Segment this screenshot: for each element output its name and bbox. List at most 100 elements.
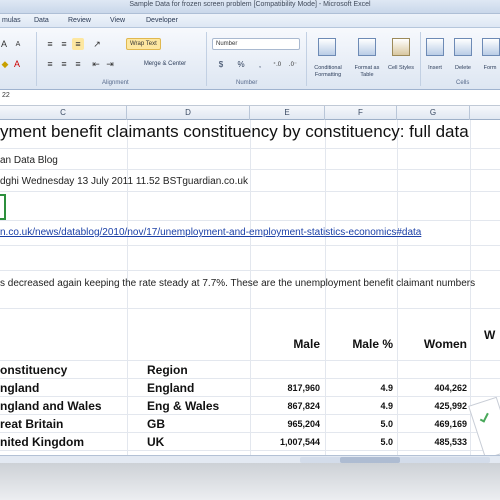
row-male-pct[interactable]: 4.9 <box>325 383 393 393</box>
header-male-pct[interactable]: Male % <box>325 337 393 351</box>
format-as-table-label: Format as Table <box>354 65 380 78</box>
align-middle-icon[interactable]: ≡ <box>58 38 70 50</box>
decrease-indent-icon[interactable]: ⇤ <box>90 58 102 70</box>
column-header-e[interactable]: E <box>250 106 325 120</box>
cell-styles-icon <box>392 38 410 56</box>
insert-cells-button[interactable] <box>422 36 448 62</box>
conditional-formatting-icon <box>318 38 336 56</box>
sheet-note[interactable]: s decreased again keeping the rate stead… <box>0 278 475 289</box>
increase-indent-icon[interactable]: ⇥ <box>104 58 116 70</box>
column-header-h[interactable] <box>470 106 500 120</box>
row-male[interactable]: 867,824 <box>250 401 320 411</box>
ribbon-separator <box>420 32 421 86</box>
row-name[interactable]: ngland <box>0 381 39 395</box>
row-women[interactable]: 404,262 <box>397 383 467 393</box>
row-male[interactable]: 965,204 <box>250 419 320 429</box>
row-region[interactable]: GB <box>147 417 165 431</box>
cell-styles-label: Cell Styles <box>388 65 414 71</box>
sheet-title[interactable]: yment benefit claimants constituency by … <box>0 122 469 142</box>
column-header-c[interactable]: C <box>0 106 127 120</box>
row-region[interactable]: Eng & Wales <box>147 399 219 413</box>
align-top-icon[interactable]: ≡ <box>44 38 56 50</box>
gridline <box>0 396 500 397</box>
gridline <box>0 191 500 192</box>
gridline <box>0 220 500 221</box>
gridline <box>0 245 500 246</box>
tab-review[interactable]: Review <box>68 17 91 24</box>
row-women[interactable]: 485,533 <box>397 437 467 447</box>
header-constituency[interactable]: onstituency <box>0 363 67 377</box>
row-male-pct[interactable]: 5.0 <box>325 419 393 429</box>
header-region[interactable]: Region <box>147 363 188 377</box>
format-cells-label: Form <box>483 65 497 71</box>
format-cells-button[interactable] <box>478 36 500 62</box>
align-bottom-icon[interactable]: ≡ <box>72 38 84 50</box>
align-right-icon[interactable]: ≡ <box>72 58 84 70</box>
font-color-icon[interactable]: A <box>12 58 22 70</box>
row-male[interactable]: 1,007,544 <box>250 437 320 447</box>
row-women[interactable]: 469,169 <box>397 419 467 429</box>
tab-developer[interactable]: Developer <box>146 17 178 24</box>
merge-center-button[interactable]: Merge & Center <box>126 58 204 70</box>
header-male[interactable]: Male <box>250 337 320 351</box>
checkmark-icon <box>479 411 489 423</box>
tab-formulas[interactable]: mulas <box>2 17 21 24</box>
conditional-formatting-button[interactable] <box>314 36 340 62</box>
worksheet-grid[interactable]: yment benefit claimants constituency by … <box>0 120 500 455</box>
align-left-icon[interactable]: ≡ <box>44 58 56 70</box>
cell-styles-button[interactable] <box>388 36 414 62</box>
font-size-decrease-icon[interactable]: A <box>14 38 22 50</box>
row-male-pct[interactable]: 5.0 <box>325 437 393 447</box>
menu-bar: mulas Data Review View Developer <box>0 14 500 28</box>
format-cells-icon <box>482 38 500 56</box>
delete-cells-button[interactable] <box>450 36 476 62</box>
comma-button[interactable]: , <box>254 58 266 70</box>
sheet-source[interactable]: an Data Blog <box>0 155 58 166</box>
sheet-source-link[interactable]: n.co.uk/news/datablog/2010/nov/17/unempl… <box>0 227 421 238</box>
currency-button[interactable]: $ <box>214 58 228 70</box>
selected-cell-border <box>0 194 6 220</box>
orientation-icon[interactable]: ↗ <box>90 38 104 50</box>
row-women[interactable]: 425,992 <box>397 401 467 411</box>
number-format-dropdown[interactable]: Number <box>212 38 300 50</box>
format-as-table-icon <box>358 38 376 56</box>
tab-view[interactable]: View <box>110 17 125 24</box>
column-header-d[interactable]: D <box>127 106 250 120</box>
column-header-f[interactable]: F <box>325 106 397 120</box>
window-title-bar: Sample Data for frozen screen problem [C… <box>0 0 500 14</box>
row-male-pct[interactable]: 4.9 <box>325 401 393 411</box>
conditional-formatting-label: Conditional Formatting <box>314 65 342 78</box>
align-center-icon[interactable]: ≡ <box>58 58 70 70</box>
gridline <box>0 414 500 415</box>
row-region[interactable]: England <box>147 381 194 395</box>
row-name[interactable]: nited Kingdom <box>0 435 84 449</box>
font-size-increase-icon[interactable]: A <box>0 38 8 50</box>
gridline <box>0 378 500 379</box>
format-as-table-button[interactable] <box>354 36 380 62</box>
column-headers: C D E F G <box>0 106 500 120</box>
group-label-alignment: Alignment <box>102 80 129 86</box>
column-header-g[interactable]: G <box>397 106 470 120</box>
gridline <box>0 169 500 170</box>
row-region[interactable]: UK <box>147 435 164 449</box>
row-name[interactable]: reat Britain <box>0 417 63 431</box>
decrease-decimal-icon[interactable]: .0⁻ <box>286 58 300 70</box>
insert-cells-icon <box>426 38 444 56</box>
ribbon: A A ◆ A ≡ ≡ ≡ ↗ Wrap Text ≡ ≡ ≡ ⇤ ⇥ Merg… <box>0 28 500 90</box>
sheet-byline[interactable]: dghi Wednesday 13 July 2011 11.52 BSTgua… <box>0 176 248 187</box>
header-women-pct-partial[interactable]: W <box>484 328 495 342</box>
header-women[interactable]: Women <box>397 337 467 351</box>
increase-decimal-icon[interactable]: ⁺.0 <box>270 58 284 70</box>
row-male[interactable]: 817,960 <box>250 383 320 393</box>
name-box[interactable]: 22 <box>0 92 40 104</box>
row-name[interactable]: ngland and Wales <box>0 399 102 413</box>
delete-cells-icon <box>454 38 472 56</box>
tab-data[interactable]: Data <box>34 17 49 24</box>
insert-cells-label: Insert <box>428 65 442 71</box>
wrap-text-button[interactable]: Wrap Text <box>126 38 161 50</box>
gridline <box>0 450 500 451</box>
percent-button[interactable]: % <box>234 58 248 70</box>
ribbon-separator <box>206 32 207 86</box>
fill-color-icon[interactable]: ◆ <box>0 58 10 70</box>
sheet-tabs-bar <box>0 455 500 463</box>
